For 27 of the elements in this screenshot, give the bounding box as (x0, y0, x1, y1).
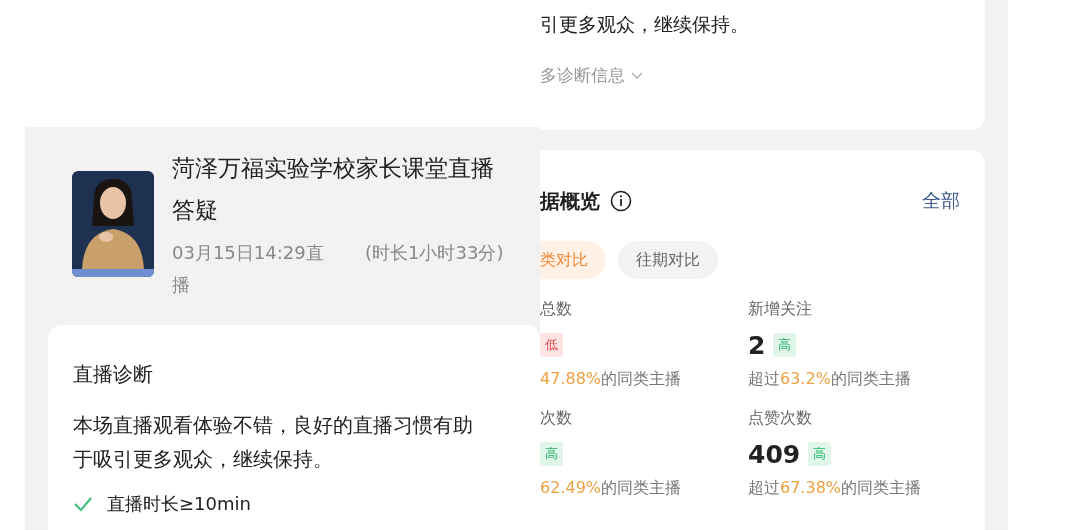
metric-label: 点赞次数 (748, 408, 813, 429)
live-title: 菏泽万福实验学校家长课堂直播答疑 (172, 154, 495, 225)
level-badge: 高 (540, 442, 563, 466)
diagnosis-summary: 本场直播观看体验不错，良好的直播习惯有助于吸引更多观众，继续保持。 (73, 412, 474, 473)
diagnosis-heading: 直播诊断 (73, 361, 154, 388)
all-link[interactable]: 全部 (922, 188, 960, 214)
level-badge: 低 (540, 333, 563, 357)
start-time: 03月15日14:29直播 (172, 241, 325, 297)
section-title: 据概览 (540, 187, 600, 215)
metric-value: 409 (748, 439, 801, 469)
comparison-text: 47.88%的同类主播 (540, 369, 682, 390)
comparison-text: 62.49%的同类主播 (540, 478, 682, 499)
level-badge: 高 (773, 333, 797, 357)
metric-label: 新增关注 (748, 299, 813, 320)
check-label: 直播时长≥10min (107, 492, 251, 516)
compare-tab[interactable]: 往期对比 (618, 241, 718, 279)
metric-value: 2 (748, 330, 766, 360)
metric-label: 总数 (540, 299, 573, 320)
level-badge: 高 (808, 442, 832, 466)
diagnosis-summary: 引更多观众，继续保持。 (540, 12, 750, 37)
info-icon[interactable] (610, 190, 632, 212)
comparison-text: 超过67.38%的同类主播 (748, 478, 922, 499)
metric-label: 次数 (540, 408, 573, 429)
chevron-down-icon (631, 71, 643, 80)
comparison-text: 超过63.2%的同类主播 (748, 369, 912, 390)
more-diagnosis-link[interactable]: 多诊断信息 (540, 64, 643, 87)
duration: (时长1小时33分) (365, 241, 505, 265)
